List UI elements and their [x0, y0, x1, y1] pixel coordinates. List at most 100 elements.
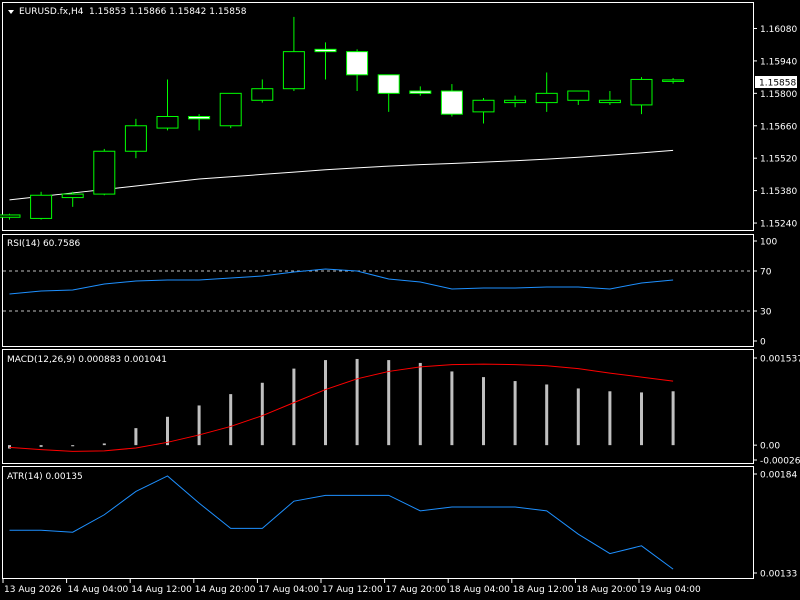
- macd-bar: [608, 391, 612, 446]
- macd-bar: [640, 392, 643, 446]
- candle: [598, 91, 621, 105]
- rsi-tick-label: 0: [760, 338, 766, 348]
- price-tick-label: 1.15940: [760, 57, 797, 67]
- candle-body: [282, 51, 305, 90]
- candle: [93, 148, 116, 196]
- macd-bar: [134, 428, 138, 446]
- rsi-panel-frame: [2, 234, 754, 347]
- price-panel-frame: [2, 2, 754, 231]
- macd-bar: [545, 384, 549, 446]
- macd-bar: [482, 377, 485, 446]
- macd-bar: [260, 382, 264, 446]
- time-tick-label: 18 Aug 04:00: [449, 585, 510, 595]
- candle: [30, 191, 53, 220]
- atr-tick-label: 0.00184: [760, 471, 797, 481]
- candle-body: [314, 48, 337, 53]
- symbol-label: EURUSD.fx,H4: [19, 7, 84, 17]
- macd-bar: [671, 391, 675, 446]
- candle: [156, 79, 179, 131]
- macd-bar: [292, 368, 296, 446]
- time-tick-label: 17 Aug 12:00: [322, 585, 383, 595]
- macd-bar: [355, 358, 359, 446]
- macd-label: MACD(12,26,9) 0.000883 0.001041: [7, 355, 167, 365]
- candle-body: [377, 74, 400, 94]
- candle-body: [662, 79, 685, 82]
- macd-bar: [39, 445, 43, 447]
- candle-body: [409, 90, 432, 94]
- time-axis: 13 Aug 2026 14 Aug 04:00 14 Aug 12:00 14 Au…: [2, 579, 701, 595]
- atr-label: ATR(14) 0.00135: [7, 472, 83, 482]
- macd-bar: [166, 416, 169, 446]
- candle-body: [346, 51, 369, 76]
- rsi-tick-label: 100: [760, 238, 777, 248]
- macd-panel[interactable]: MACD(12,26,9) 0.000883 0.001041 0.001537…: [2, 349, 800, 467]
- candle: [504, 95, 527, 108]
- ohlc-label: 1.15853 1.15866 1.15842 1.15858: [89, 7, 247, 17]
- time-tick-label: 13 Aug 2026: [4, 585, 62, 595]
- candle-body: [124, 125, 147, 152]
- time-tick-label: 14 Aug 12:00: [131, 585, 192, 595]
- collapse-triangle-icon[interactable]: [8, 10, 14, 14]
- time-tick-label: 17 Aug 04:00: [258, 585, 319, 595]
- time-tick-label: 19 Aug 04:00: [640, 585, 701, 595]
- candle: [346, 49, 369, 92]
- atr-tick-label: 0.00133: [760, 570, 797, 580]
- candle-body: [504, 99, 527, 104]
- candle: [282, 16, 305, 92]
- candles: [0, 16, 685, 220]
- rsi-tick-label: 30: [760, 308, 772, 318]
- atr-panel-frame: [2, 466, 754, 579]
- candle-body: [567, 90, 590, 101]
- price-tick-label: 1.15520: [760, 155, 797, 165]
- candle-body: [251, 88, 274, 101]
- price-tick-label: 1.15660: [760, 122, 797, 132]
- rsi-label: RSI(14) 60.7586: [7, 239, 80, 249]
- candle: [535, 72, 558, 112]
- candle: [124, 118, 147, 159]
- time-tick-label: 17 Aug 20:00: [386, 585, 447, 595]
- price-axis: 1.16080 1.15940 1.15800 1.15660 1.15520 1.153…: [753, 25, 797, 230]
- price-panel[interactable]: EURUSD.fx,H4 1.15853 1.15866 1.15842 1.1…: [0, 2, 797, 231]
- macd-tick-label: -0.000262: [760, 457, 800, 467]
- macd-bar: [102, 443, 106, 446]
- atr-line: [9, 475, 674, 570]
- candle-body: [93, 150, 116, 195]
- trading-chart: EURUSD.fx,H4 1.15853 1.15866 1.15842 1.1…: [0, 2, 800, 595]
- candle-body: [535, 92, 558, 104]
- macd-bar: [229, 394, 233, 446]
- macd-bar: [418, 362, 422, 446]
- macd-tick-label: 0.001537: [760, 355, 800, 365]
- price-tick-label: 1.15240: [760, 220, 797, 230]
- macd-bar: [576, 388, 580, 446]
- macd-signal-polyline: [9, 363, 674, 452]
- atr-axis: 0.00184 0.00133: [753, 471, 797, 580]
- candle-body: [440, 90, 463, 115]
- macd-bar: [324, 360, 327, 446]
- macd-axis: 0.001537 0.00 -0.000262: [753, 355, 800, 467]
- candle: [662, 78, 685, 84]
- macd-tick-label: 0.00: [760, 442, 780, 452]
- candle-body: [598, 99, 621, 104]
- candle-body: [630, 78, 653, 106]
- price-tick-label: 1.15380: [760, 187, 797, 197]
- candle-body: [219, 92, 242, 127]
- atr-panel[interactable]: ATR(14) 0.00135 0.00184 0.00133: [2, 466, 798, 580]
- candle: [251, 79, 274, 103]
- rsi-panel[interactable]: RSI(14) 60.7586 100 70 30 0: [2, 234, 778, 348]
- candle: [314, 42, 337, 80]
- time-tick-label: 18 Aug 20:00: [576, 585, 637, 595]
- candle-body: [156, 116, 179, 129]
- candle: [630, 77, 653, 115]
- price-tick-label: 1.15800: [760, 90, 797, 100]
- candle-body: [188, 116, 211, 120]
- time-tick-label: 14 Aug 20:00: [195, 585, 256, 595]
- time-tick-label: 18 Aug 12:00: [513, 585, 574, 595]
- candle: [188, 114, 211, 131]
- candle: [219, 92, 242, 129]
- candle: [377, 74, 400, 112]
- macd-bar: [197, 405, 201, 446]
- macd-bar: [8, 445, 11, 449]
- price-tick-label: 1.16080: [760, 25, 797, 35]
- atr-polyline: [9, 475, 674, 570]
- candle-body: [30, 194, 53, 219]
